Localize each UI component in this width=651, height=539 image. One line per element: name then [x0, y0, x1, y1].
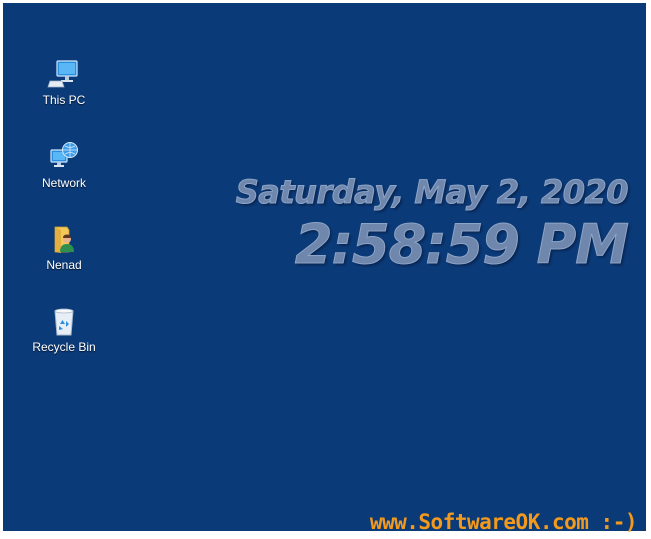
this-pc-icon: [47, 57, 81, 91]
clock-date: Saturday, May 2, 2020: [235, 173, 629, 212]
screenshot-frame: This PC Network Nenad Recycle Bin Saturd…: [0, 0, 651, 539]
user-folder-icon: [47, 222, 81, 256]
recycle-bin-icon: [47, 304, 81, 338]
desktop-icon-label: Network: [41, 176, 86, 190]
desktop-icon-user-folder[interactable]: Nenad: [26, 222, 102, 272]
network-icon: [47, 140, 81, 174]
desktop[interactable]: This PC Network Nenad Recycle Bin Saturd…: [3, 3, 646, 531]
desktop-icon-label: Recycle Bin: [32, 340, 96, 354]
desktop-icon-this-pc[interactable]: This PC: [26, 57, 102, 107]
desktop-icon-recycle-bin[interactable]: Recycle Bin: [26, 304, 102, 354]
desktop-icon-network[interactable]: Network: [26, 140, 102, 190]
desktop-icon-label: This PC: [42, 93, 86, 107]
desktop-icon-label: Nenad: [46, 258, 82, 272]
watermark: www.SoftwareOK.com :-): [369, 510, 638, 534]
clock-time: 2:58:59 PM: [294, 213, 629, 277]
